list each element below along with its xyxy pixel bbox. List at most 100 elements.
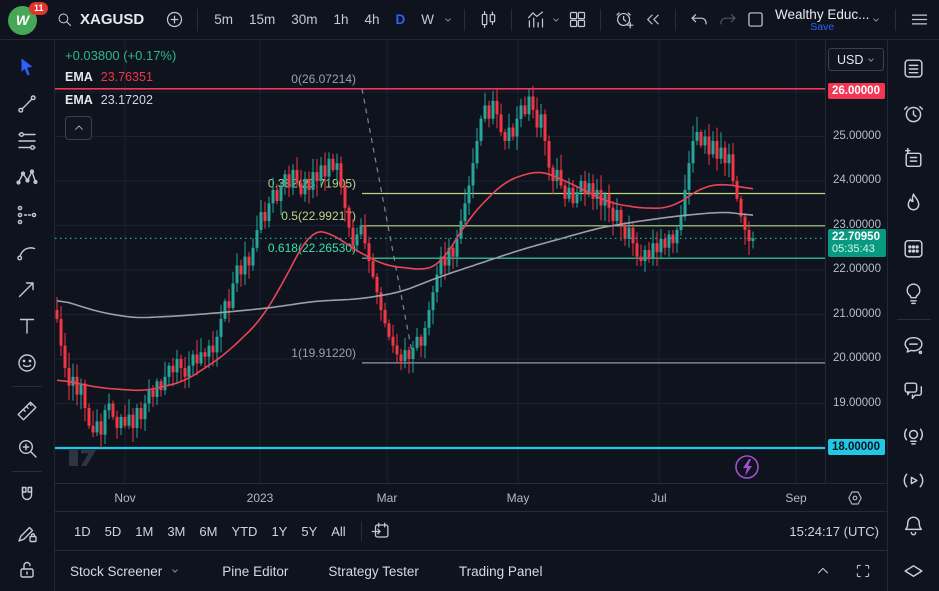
- conversations-button[interactable]: [894, 368, 934, 413]
- indicators-button[interactable]: [521, 6, 549, 34]
- cursor-icon: [15, 55, 39, 79]
- redo-icon: [717, 9, 738, 30]
- range-1d[interactable]: 1D: [67, 519, 98, 544]
- ema-fast-value: 23.76351: [101, 70, 153, 84]
- tab-stock-screener[interactable]: Stock Screener: [70, 564, 182, 579]
- toolbar-separator: [361, 521, 362, 541]
- emoji-tool-button[interactable]: [8, 344, 46, 381]
- account-logo[interactable]: W 11: [8, 4, 42, 36]
- prediction-tool-button[interactable]: [8, 196, 46, 233]
- save-label[interactable]: Save: [810, 21, 834, 33]
- price-change: +0.03800 (+0.17%): [65, 48, 176, 63]
- range-3m[interactable]: 3M: [160, 519, 192, 544]
- ruler-tool-button[interactable]: [8, 392, 46, 429]
- compare-add-button[interactable]: [160, 6, 188, 34]
- hamburger-icon: [909, 9, 930, 30]
- tab-strategy-tester[interactable]: Strategy Tester: [328, 564, 419, 579]
- indicators-caret-icon[interactable]: [549, 13, 563, 27]
- clock-utc[interactable]: 15:24:17 (UTC): [789, 524, 879, 539]
- interval-1h[interactable]: 1h: [326, 8, 355, 31]
- chevron-up-icon: [72, 121, 86, 135]
- zoom-in-tool-button[interactable]: [8, 429, 46, 466]
- ema-slow-row[interactable]: EMA 23.17202: [65, 93, 176, 107]
- xabcd-pattern-icon: [15, 166, 39, 190]
- ema-slow-value: 23.17202: [101, 93, 153, 107]
- layout-name-menu[interactable]: Wealthy Educ... Save: [775, 7, 869, 33]
- time-axis[interactable]: Nov2023MarMayJulSep: [55, 483, 887, 511]
- widget-icon: [901, 558, 926, 583]
- toolbar-separator: [675, 9, 676, 31]
- bar-replay-button[interactable]: [638, 6, 666, 34]
- interval-15m[interactable]: 15m: [242, 8, 282, 31]
- lock-all-icon: [15, 558, 39, 582]
- range-ytd[interactable]: YTD: [224, 519, 264, 544]
- tab-trading-panel[interactable]: Trading Panel: [459, 564, 543, 579]
- save-layout-button[interactable]: [741, 6, 769, 34]
- watchlist-button[interactable]: [894, 46, 934, 91]
- layout-grid-button[interactable]: [563, 6, 591, 34]
- chart-legend: +0.03800 (+0.17%) EMA23.76351 EMA 23.1720…: [65, 48, 176, 140]
- trend-line-tool-button[interactable]: [8, 85, 46, 122]
- ideas-button[interactable]: [894, 271, 934, 316]
- widget-button[interactable]: [894, 548, 934, 591]
- arrow-icon: [15, 277, 39, 301]
- layout-caret-icon[interactable]: [869, 13, 883, 27]
- streams-button[interactable]: [894, 413, 934, 458]
- ema-fast-row[interactable]: EMA23.76351: [65, 70, 176, 84]
- settings-gear-icon[interactable]: [845, 488, 865, 508]
- tab-pine-editor[interactable]: Pine Editor: [222, 564, 288, 579]
- sidebar-divider: [897, 319, 931, 320]
- interval-caret-icon[interactable]: [441, 13, 455, 27]
- ema_slow-line: [57, 213, 753, 318]
- main-menu-button[interactable]: [905, 6, 933, 34]
- goto-date-icon[interactable]: [370, 520, 392, 542]
- plus-circle-icon: [164, 9, 185, 30]
- hotlists-button[interactable]: [894, 181, 934, 226]
- time-tick-Sep: Sep: [785, 491, 806, 505]
- fib-retracement-tool-button[interactable]: [8, 122, 46, 159]
- symbol-search[interactable]: XAGUSD: [56, 11, 144, 28]
- live-button[interactable]: [894, 458, 934, 503]
- ruler-icon: [15, 399, 39, 423]
- range-1y[interactable]: 1Y: [264, 519, 294, 544]
- lock-all-tool-button[interactable]: [8, 551, 46, 588]
- chat-button[interactable]: [894, 323, 934, 368]
- currency-dropdown[interactable]: USD: [828, 48, 884, 71]
- price-axis[interactable]: USD 26.0000025.0000024.0000023.0000022.0…: [825, 40, 887, 483]
- interval-W[interactable]: W: [414, 8, 441, 31]
- xabcd-pattern-tool-button[interactable]: [8, 159, 46, 196]
- event-flash-icon[interactable]: [736, 456, 758, 478]
- range-6m[interactable]: 6M: [192, 519, 224, 544]
- toolbar-separator: [895, 9, 896, 31]
- brush-tool-button[interactable]: [8, 233, 46, 270]
- range-1m[interactable]: 1M: [128, 519, 160, 544]
- magnet-tool-button[interactable]: [8, 477, 46, 514]
- range-5y[interactable]: 5Y: [294, 519, 324, 544]
- interval-30m[interactable]: 30m: [284, 8, 324, 31]
- range-all[interactable]: All: [324, 519, 352, 544]
- drawing-mode-tool-button[interactable]: [8, 514, 46, 551]
- create-alert-button[interactable]: [610, 6, 638, 34]
- chart-style-button[interactable]: [474, 6, 502, 34]
- undo-button[interactable]: [685, 6, 713, 34]
- notifications-button[interactable]: [894, 503, 934, 548]
- chat-icon: [901, 333, 926, 358]
- journal-button[interactable]: [894, 136, 934, 181]
- range-5d[interactable]: 5D: [98, 519, 129, 544]
- interval-4h[interactable]: 4h: [358, 8, 387, 31]
- tradingview-app: W 11 XAGUSD 5m15m30m1h4hDW Wealthy Educ.…: [0, 0, 939, 591]
- text-tool-button[interactable]: [8, 307, 46, 344]
- ema-label: EMA: [65, 93, 93, 107]
- interval-D[interactable]: D: [389, 8, 413, 31]
- legend-collapse-button[interactable]: [65, 116, 92, 140]
- last-price-badge: 22.7095005:35:43: [828, 229, 886, 257]
- arrow-tool-button[interactable]: [8, 270, 46, 307]
- interval-5m[interactable]: 5m: [207, 8, 240, 31]
- price-tick-21: 21.00000: [833, 308, 881, 320]
- calendar-button[interactable]: [894, 226, 934, 271]
- cursor-tool-button[interactable]: [8, 48, 46, 85]
- redo-button[interactable]: [713, 6, 741, 34]
- alerts-button[interactable]: [894, 91, 934, 136]
- panel-expand-button[interactable]: [809, 557, 837, 585]
- panel-maximize-button[interactable]: [849, 557, 877, 585]
